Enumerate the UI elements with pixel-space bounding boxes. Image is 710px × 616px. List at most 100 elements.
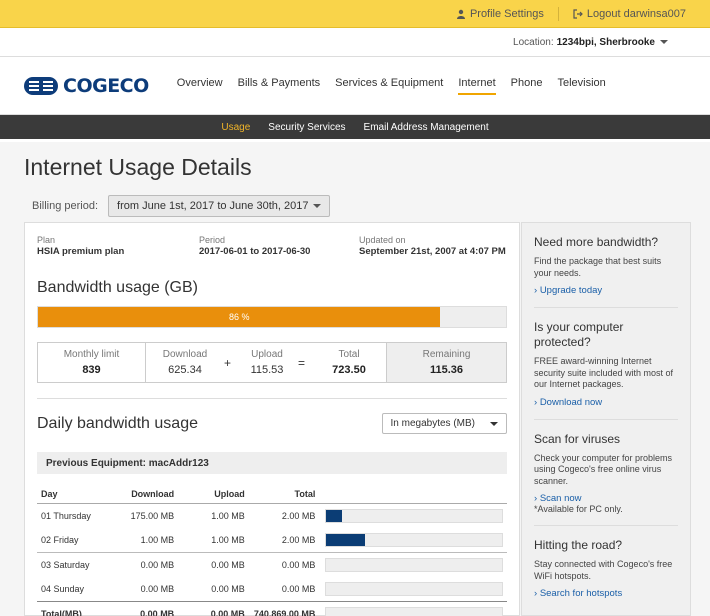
row-day: 04 Sunday	[41, 584, 85, 594]
updated-label: Updated on	[359, 235, 406, 245]
usage-bar	[325, 607, 503, 616]
sub-nav: Usage Security Services Email Address Ma…	[0, 115, 710, 139]
row-upload: 1.00 MB	[211, 535, 245, 545]
cogeco-logo[interactable]: COGECO	[24, 75, 149, 97]
col-upload: Upload	[178, 485, 249, 504]
sidebar-text: FREE award-winning Internet security sui…	[534, 356, 674, 389]
plan-value: HSIA premium plan	[37, 246, 125, 257]
unit-select[interactable]: In megabytes (MB)	[381, 413, 507, 434]
sidebar-block-protection: Is your computer protected? FREE award-w…	[534, 308, 678, 420]
row-total: 2.00 MB	[281, 511, 316, 521]
monthly-limit-label: Monthly limit	[63, 349, 120, 360]
nav-overview[interactable]: Overview	[177, 77, 223, 95]
subnav-security-services[interactable]: Security Services	[268, 122, 345, 133]
upgrade-link[interactable]: › Upgrade today	[534, 285, 678, 296]
cogeco-logo-text: COGECO	[63, 74, 149, 97]
row-upload: 0.00 MB	[211, 584, 245, 594]
row-upload: 1.00 MB	[211, 511, 245, 521]
nav-television[interactable]: Television	[557, 77, 605, 95]
location-selector[interactable]: Location: 1234bpi, Sherbrooke	[0, 28, 710, 57]
daily-usage-header: Daily bandwidth usage In megabytes (MB)	[37, 398, 507, 434]
nav-internet[interactable]: Internet	[458, 77, 496, 95]
equals-sign: =	[298, 355, 306, 370]
profile-settings-label: Profile Settings	[469, 7, 544, 20]
bandwidth-title: Bandwidth usage (GB)	[37, 279, 198, 296]
download-link-label: Download now	[539, 396, 603, 408]
sidebar-text: Find the package that best suits your ne…	[534, 256, 662, 278]
download-value: 625.34	[168, 364, 202, 376]
billing-period-value: from June 1st, 2017 to June 30th, 2017	[117, 200, 309, 212]
billing-period-row: Billing period: from June 1st, 2017 to J…	[24, 195, 686, 217]
usage-bar	[325, 533, 503, 547]
profile-settings-link[interactable]: Profile Settings	[456, 8, 544, 20]
total-row-total: 740,869.00 MB	[248, 601, 320, 616]
bandwidth-percent-label: 86 %	[228, 312, 250, 322]
unit-select-value: In megabytes (MB)	[390, 418, 475, 429]
cogeco-logo-icon	[24, 76, 58, 95]
row-day: 03 Saturday	[37, 552, 110, 577]
monthly-limit-cell: Monthly limit 839	[38, 343, 146, 382]
usage-bar-fill	[326, 510, 343, 522]
user-icon	[456, 9, 465, 19]
nav-bills-payments[interactable]: Bills & Payments	[238, 77, 321, 95]
daily-usage-title: Daily bandwidth usage	[37, 414, 198, 432]
total-cell: Total 723.50	[312, 343, 386, 382]
sidebar-title: Hitting the road?	[534, 538, 623, 552]
upgrade-link-label: Upgrade today	[539, 285, 603, 296]
scan-link[interactable]: › Scan now	[534, 493, 678, 504]
upload-cell: Upload 115.53	[236, 343, 298, 382]
divider	[557, 6, 559, 21]
download-label: Download	[162, 349, 208, 360]
subnav-usage[interactable]: Usage	[221, 122, 250, 133]
period-label: Period	[199, 235, 226, 245]
download-link[interactable]: › Download now	[534, 397, 678, 408]
main-nav: COGECO Overview Bills & Payments Service…	[0, 57, 710, 115]
chevron-down-icon	[490, 421, 498, 426]
total-row-upload: 0.00 MB	[178, 601, 249, 616]
row-download: 175.00 MB	[130, 511, 175, 521]
usage-bar	[325, 509, 503, 523]
table-total-row: Total(MB) 0.00 MB 0.00 MB 740,869.00 MB	[37, 601, 507, 616]
scan-link-label: Scan now	[539, 493, 582, 504]
sidebar: Need more bandwidth? Find the package th…	[521, 222, 691, 616]
sidebar-title: Scan for viruses	[534, 431, 621, 446]
billing-period-label: Billing period:	[32, 200, 99, 212]
remaining-cell: Remaining 115.36	[386, 343, 506, 382]
sidebar-block-bandwidth: Need more bandwidth? Find the package th…	[534, 223, 678, 308]
plus-sign: +	[224, 355, 232, 370]
chevron-down-icon	[313, 204, 322, 209]
total-value: 723.50	[332, 364, 366, 376]
scan-note: *Available for PC only.	[534, 504, 623, 514]
col-total: Total	[248, 485, 320, 504]
logout-link[interactable]: Logout darwinsa007	[573, 8, 686, 20]
nav-phone[interactable]: Phone	[511, 77, 543, 95]
hotspots-link[interactable]: › Search for hotspots	[534, 588, 678, 599]
location-value: 1234bpi, Sherbrooke	[556, 36, 655, 48]
upload-value: 115.53	[250, 364, 284, 376]
logout-label: Logout darwinsa007	[586, 7, 686, 20]
usage-bar	[325, 558, 503, 572]
page-title: Internet Usage Details	[24, 154, 252, 180]
sidebar-text: Stay connected with Cogeco's free WiFi h…	[534, 559, 673, 581]
table-row: 04 Sunday 0.00 MB 0.00 MB 0.00 MB	[37, 577, 507, 602]
chevron-down-icon	[660, 40, 668, 44]
period-value: 2017-06-01 to 2017-06-30	[199, 246, 311, 257]
col-day: Day	[37, 485, 110, 504]
row-day: 01 Thursday	[41, 511, 91, 521]
row-day: 02 Friday	[41, 535, 79, 545]
table-row: 02 Friday 1.00 MB 1.00 MB 2.00 MB	[37, 528, 507, 553]
billing-period-select[interactable]: from June 1st, 2017 to June 30th, 2017	[108, 195, 331, 217]
remaining-label: Remaining	[422, 349, 471, 360]
equipment-header: Previous Equipment: macAddr123	[37, 452, 507, 474]
upload-label: Upload	[251, 349, 283, 360]
total-label: Total	[338, 349, 360, 360]
location-label: Location:	[513, 36, 554, 48]
nav-services-equipment[interactable]: Services & Equipment	[335, 77, 443, 95]
total-row-download: 0.00 MB	[109, 601, 179, 616]
sidebar-block-hotspots: Hitting the road? Stay connected with Co…	[534, 526, 678, 610]
subnav-email-management[interactable]: Email Address Management	[364, 122, 489, 133]
row-upload: 0.00 MB	[178, 552, 249, 577]
col-download: Download	[109, 485, 179, 504]
table-row: 03 Saturday 0.00 MB 0.00 MB 0.00 MB	[37, 552, 507, 577]
plan-meta: Plan HSIA premium plan Period 2017-06-01…	[37, 235, 507, 257]
